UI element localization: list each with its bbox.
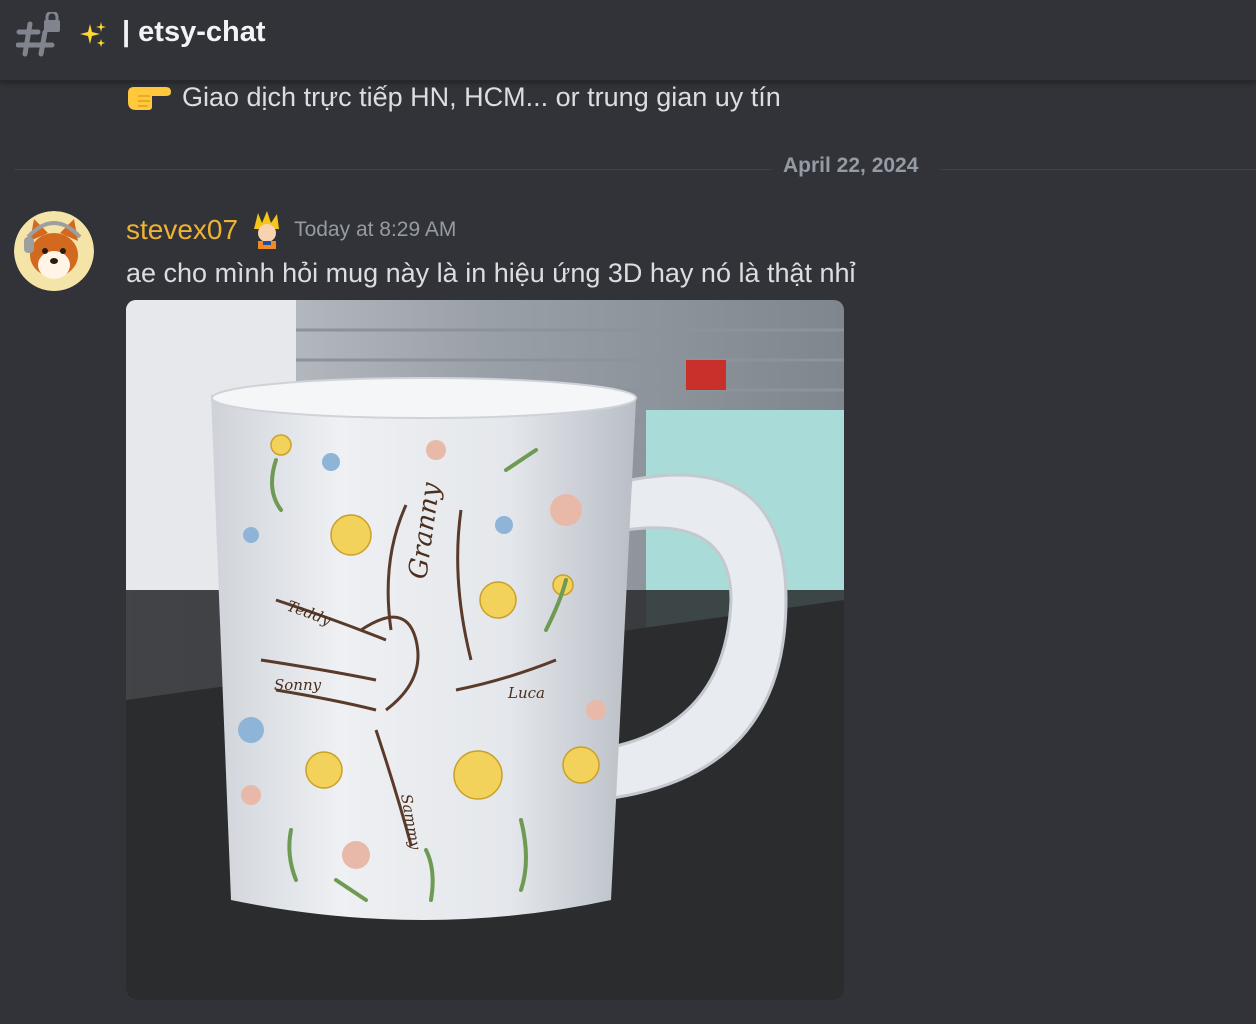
chat-area: Giao dịch trực tiếp HN, HCM... or trung … [0, 82, 1256, 1024]
previous-message: Giao dịch trực tiếp HN, HCM... or trung … [126, 82, 781, 112]
avatar[interactable] [14, 211, 94, 291]
channel-header: | etsy-chat [0, 0, 1256, 82]
username[interactable]: stevex07 [126, 214, 238, 246]
channel-name[interactable]: | etsy-chat [122, 16, 266, 49]
date-divider: April 22, 2024 [14, 154, 1256, 184]
anime-character-icon [254, 211, 280, 249]
previous-message-text: Giao dịch trực tiếp HN, HCM... or trung … [182, 81, 781, 112]
message-header: stevex07 Today at 8:29 AM [126, 210, 456, 250]
mug-label: Luca [507, 684, 545, 702]
timestamp: Today at 8:29 AM [294, 218, 457, 241]
backhand-pointing-right-icon [128, 87, 171, 110]
mug-photo: Granny Teddy Sonny Luca Sammy [126, 300, 844, 1000]
divider-line [14, 169, 772, 170]
date-divider-label: April 22, 2024 [783, 154, 919, 177]
mug-label: Sonny [274, 676, 322, 694]
shiba-dog-avatar [14, 211, 94, 291]
sparkles-icon [80, 22, 106, 47]
image-attachment[interactable]: Granny Teddy Sonny Luca Sammy [126, 300, 844, 1000]
message-content: ae cho mình hỏi mug này là in hiệu ứng 3… [126, 258, 856, 288]
hash-lock-icon [16, 12, 60, 57]
divider-line [940, 169, 1256, 170]
